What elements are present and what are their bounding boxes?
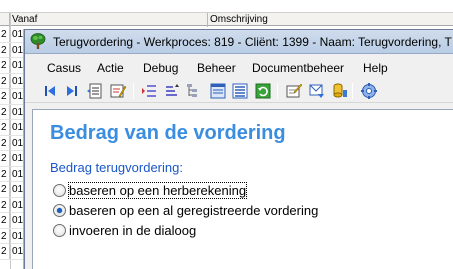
radio-option-herberekening[interactable]: baseren op een herberekening bbox=[53, 182, 303, 200]
window-title: Terugvordering - Werkproces: 819 - Cliën… bbox=[53, 35, 452, 49]
page-title: Bedrag van de vordering bbox=[50, 122, 286, 144]
menu-casus[interactable]: Casus bbox=[47, 61, 81, 75]
radio-option-geregistreerde-vordering[interactable]: baseren op een al geregistreerde vorderi… bbox=[53, 202, 373, 220]
edit-document-icon[interactable] bbox=[109, 82, 127, 100]
radio-button[interactable] bbox=[53, 184, 66, 197]
menu-bar: Casus Actie Debug Beheer Documentbeheer … bbox=[25, 57, 453, 79]
first-record-icon[interactable] bbox=[41, 82, 59, 100]
radio-label[interactable]: invoeren in de dialoog bbox=[69, 223, 196, 238]
title-bar[interactable]: Terugvordering - Werkproces: 819 - Cliën… bbox=[25, 30, 453, 54]
menu-help[interactable]: Help bbox=[363, 61, 388, 75]
toolbar-separator bbox=[352, 83, 353, 99]
list-form-icon[interactable] bbox=[231, 82, 249, 100]
menu-actie[interactable]: Actie bbox=[97, 61, 124, 75]
form-icon[interactable] bbox=[209, 82, 227, 100]
radio-option-dialoog[interactable]: invoeren in de dialoog bbox=[53, 222, 303, 240]
toolbar bbox=[25, 79, 453, 103]
message-icon[interactable] bbox=[308, 82, 326, 100]
tree-view-icon[interactable] bbox=[185, 82, 203, 100]
document-list-icon[interactable] bbox=[86, 82, 104, 100]
menu-debug[interactable]: Debug bbox=[143, 61, 178, 75]
refresh-icon[interactable] bbox=[254, 82, 272, 100]
grid-header: Vanaf Omschrijving bbox=[0, 12, 453, 27]
last-record-icon[interactable] bbox=[63, 82, 81, 100]
tasks-icon[interactable] bbox=[141, 82, 159, 100]
sort-icon[interactable] bbox=[163, 82, 181, 100]
menu-beheer[interactable]: Beheer bbox=[197, 61, 236, 75]
toolbar-separator bbox=[133, 83, 134, 99]
settings-icon[interactable] bbox=[360, 82, 378, 100]
toolbar-separator bbox=[277, 83, 278, 99]
grid-column-header-index[interactable] bbox=[0, 13, 10, 27]
menu-documentbeheer[interactable]: Documentbeheer bbox=[252, 61, 344, 75]
database-icon[interactable] bbox=[331, 82, 349, 100]
write-note-icon[interactable] bbox=[285, 82, 303, 100]
radio-group-label: Bedrag terugvordering: bbox=[50, 160, 183, 175]
radio-button[interactable] bbox=[53, 224, 66, 237]
grid-column-header-omschrijving[interactable]: Omschrijving bbox=[208, 13, 453, 27]
radio-button[interactable] bbox=[53, 204, 66, 217]
tree-icon bbox=[30, 33, 46, 49]
radio-label[interactable]: baseren op een herberekening bbox=[67, 182, 248, 199]
radio-label[interactable]: baseren op een al geregistreerde vorderi… bbox=[69, 203, 318, 218]
grid-column-header-vanaf[interactable]: Vanaf bbox=[10, 13, 208, 27]
